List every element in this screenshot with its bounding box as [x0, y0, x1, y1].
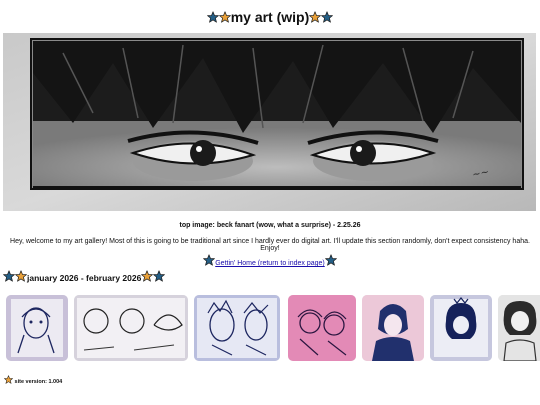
gallery-thumb-2[interactable]: [74, 295, 188, 361]
gallery-thumb-5[interactable]: [362, 295, 424, 361]
page-title-row: my art (wip): [0, 8, 540, 26]
section-title: january 2026 - february 2026: [27, 273, 142, 283]
blue-star-icon: [207, 11, 219, 23]
orange-star-icon: [4, 375, 13, 384]
site-version: site version: 1.004: [4, 375, 62, 385]
banner-artwork: ~~: [3, 33, 536, 211]
gallery-thumb-4[interactable]: [288, 295, 356, 361]
orange-star-icon: [15, 270, 27, 282]
home-link[interactable]: Gettin' Home (return to index page): [215, 260, 325, 267]
gallery-row: [6, 295, 540, 361]
gallery-thumb-6[interactable]: [430, 295, 492, 361]
site-version-text: site version: 1.004: [14, 379, 63, 385]
blue-star-icon: [321, 11, 333, 23]
banner-caption: top image: beck fanart (wow, what a surp…: [179, 222, 361, 229]
orange-star-icon: [219, 11, 231, 23]
gallery-thumb-3[interactable]: [194, 295, 280, 361]
blue-star-icon: [325, 254, 337, 266]
orange-star-icon: [141, 270, 153, 282]
blue-star-icon: [3, 270, 15, 282]
gallery-thumb-7[interactable]: [498, 295, 540, 361]
home-link-row: Gettin' Home (return to index page): [0, 254, 540, 267]
gallery-thumb-1[interactable]: [6, 295, 68, 361]
section-heading: january 2026 - february 2026: [3, 270, 165, 283]
blue-star-icon: [153, 270, 165, 282]
intro-text: Hey, welcome to my art gallery! Most of …: [10, 238, 530, 252]
page-title: my art (wip): [230, 9, 310, 25]
blue-star-icon: [203, 254, 215, 266]
orange-star-icon: [309, 11, 321, 23]
